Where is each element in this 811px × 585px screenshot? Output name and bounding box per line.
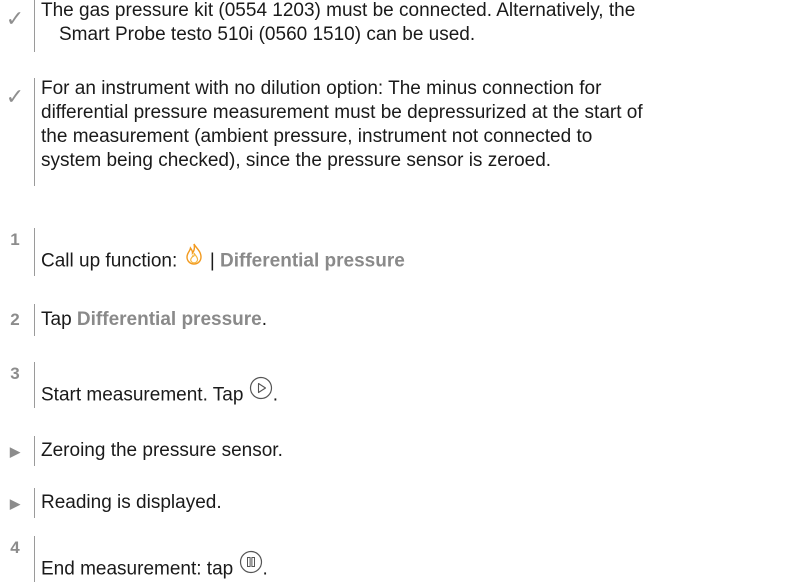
step-text: Call up function: | Differential pressur… <box>41 243 811 276</box>
punctuation: . <box>272 384 278 406</box>
punctuation: . <box>261 309 267 330</box>
pause-button-icon <box>239 550 263 581</box>
result-text: Reading is displayed. <box>41 492 222 513</box>
result-item: ▶ Zeroing the pressure sensor. <box>0 436 811 466</box>
step-instruction: Tap <box>41 309 77 330</box>
step-number: 4 <box>10 538 20 557</box>
step-instruction: Call up function: <box>41 250 183 272</box>
punctuation: . <box>262 558 268 580</box>
step-text: Start measurement. Tap . <box>41 376 811 411</box>
text-line: system being checked), since the pressur… <box>41 150 552 171</box>
divider <box>34 488 35 518</box>
result-text: Zeroing the pressure sensor. <box>41 440 283 461</box>
step-4: 4 End measurement: tap . <box>0 536 811 582</box>
prerequisite-item: ✓ The gas pressure kit (0554 1203) must … <box>0 0 811 52</box>
step-3: 3 Start measurement. Tap . <box>0 362 811 408</box>
divider <box>34 228 35 276</box>
prerequisite-item: ✓ For an instrument with no dilution opt… <box>0 77 811 186</box>
menu-term: Differential pressure <box>76 309 262 330</box>
step-instruction: End measurement: tap <box>41 558 239 580</box>
text-line: The gas pressure kit (0554 1203) must be… <box>41 0 636 21</box>
step-2: 2 Tap Differential pressure. <box>0 304 811 336</box>
step-1: 1 Call up function: | Differential press… <box>0 228 811 276</box>
divider <box>34 436 35 466</box>
step-text: End measurement: tap . <box>41 550 811 585</box>
step-number: 1 <box>10 230 20 249</box>
prerequisite-text: The gas pressure kit (0554 1203) must be… <box>41 0 811 47</box>
flame-icon <box>183 243 205 272</box>
prerequisite-text: For an instrument with no dilution optio… <box>41 77 811 173</box>
divider <box>34 0 35 52</box>
divider <box>34 304 35 336</box>
menu-term: Differential pressure <box>220 250 405 272</box>
check-mark-icon: ✓ <box>5 84 25 109</box>
divider <box>34 78 35 186</box>
separator: | <box>209 250 221 272</box>
play-button-icon <box>249 376 273 407</box>
step-text: Tap Differential pressure. <box>41 308 811 332</box>
step-number: 2 <box>10 310 20 329</box>
check-mark-icon: ✓ <box>5 6 25 31</box>
text-line: Smart Probe testo 510i (0560 1510) can b… <box>59 24 476 45</box>
text-line: the measurement (ambient pressure, instr… <box>41 126 593 147</box>
divider <box>34 362 35 408</box>
step-number: 3 <box>10 364 20 383</box>
result-arrow-icon: ▶ <box>10 496 20 511</box>
result-item: ▶ Reading is displayed. <box>0 488 811 518</box>
step-instruction: Start measurement. Tap <box>41 384 249 406</box>
divider <box>34 536 35 582</box>
text-line: For an instrument with no dilution optio… <box>41 78 602 99</box>
text-line: differential pressure measurement must b… <box>41 102 643 123</box>
result-arrow-icon: ▶ <box>10 444 20 459</box>
